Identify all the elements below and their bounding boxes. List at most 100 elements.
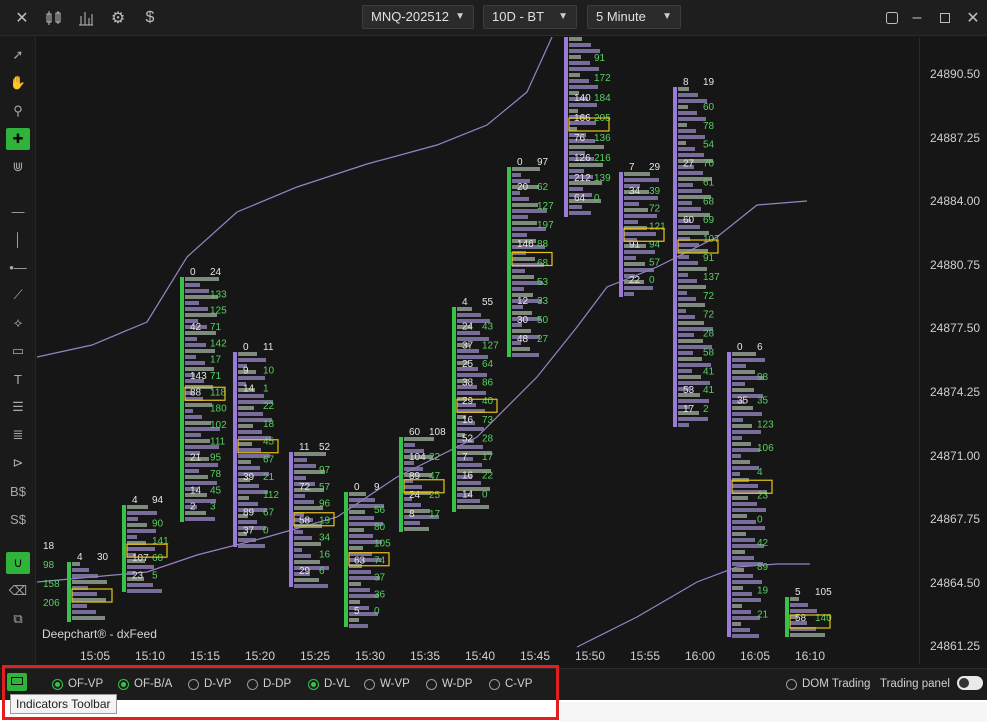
price-tick-label: 24887.25 <box>930 130 981 145</box>
volume-profile-row <box>678 201 692 205</box>
layers-icon[interactable]: ⧉ <box>6 608 30 630</box>
volume-profile-row <box>185 433 201 437</box>
ask-volume-label: 19 <box>757 586 769 597</box>
maximize-icon[interactable] <box>933 6 957 30</box>
dom-trading-toggle[interactable]: DOM Trading <box>786 678 870 690</box>
price-tick-label: 24877.50 <box>930 321 981 336</box>
volume-profile-row <box>678 279 697 283</box>
volume-profile-row <box>457 373 487 377</box>
ask-volume-label: 34 <box>319 532 331 543</box>
volume-profile-row <box>732 364 746 368</box>
ask-volume-label: 72 <box>649 204 661 215</box>
volume-profile-row <box>569 73 580 77</box>
volume-profile-row <box>624 202 639 206</box>
ask-volume-label: 111 <box>210 436 226 447</box>
bid-volume-label: 39 <box>243 472 255 483</box>
hand-icon[interactable]: ✋ <box>6 72 30 94</box>
volume-profile-row <box>569 67 599 71</box>
volume-profile-row <box>678 261 698 265</box>
bid-volume-label: 37 <box>243 525 255 536</box>
bid-ask-top-label: 0 <box>517 157 523 168</box>
candle-body <box>122 505 126 592</box>
vertical-line-icon[interactable]: │ <box>6 228 30 250</box>
bid-volume-label: 16 <box>462 415 474 426</box>
ask-volume-label: 102 <box>210 420 227 431</box>
candle-body <box>452 307 456 512</box>
symbol-dropdown[interactable]: MNQ-202512 ▼ <box>362 5 474 29</box>
footprint-chart[interactable]: 4 30 4 94 90 141 107 60 23 5 0 24 133 125 42 71 142 17 143… <box>36 27 919 664</box>
lines-icon[interactable]: ≣ <box>6 424 30 446</box>
dollar-icon[interactable]: $ <box>138 6 162 30</box>
zoom-icon[interactable]: ⚲ <box>6 100 30 122</box>
dom-trading-radio[interactable] <box>786 678 797 690</box>
bar-dollar-icon[interactable]: B$ <box>6 480 30 502</box>
volume-profile-row <box>349 582 361 586</box>
volume-profile-row <box>569 55 581 59</box>
candle-body <box>727 352 731 637</box>
candle-body <box>399 437 403 532</box>
volume-profile-row <box>569 211 591 215</box>
bid-volume-label: 35 <box>737 396 749 407</box>
volume-profile-row <box>349 498 375 502</box>
ask-volume-label: 22 <box>263 401 275 412</box>
horizontal-line-icon[interactable]: — <box>6 200 30 222</box>
volume-profile-row <box>732 574 753 578</box>
volume-profile-row <box>185 301 199 305</box>
price-axis[interactable]: 24890.50 24887.25 24884.00 24880.75 24877.50… <box>919 37 987 664</box>
s-dollar-icon[interactable]: S$ <box>6 508 30 530</box>
bid-ask-top-label: 4 <box>462 297 468 308</box>
volume-profile-row <box>678 333 694 337</box>
price-tick-label: 24861.25 <box>930 639 981 654</box>
period-dropdown[interactable]: 10D - BT ▼ <box>483 5 577 29</box>
volume-profile-row <box>127 511 157 515</box>
volume-profile-row <box>72 580 107 584</box>
candlestick-icon[interactable] <box>42 6 66 30</box>
trend-line-icon[interactable]: ⟋ <box>6 284 30 306</box>
volume-profile-row <box>127 535 137 539</box>
timeframe-dropdown[interactable]: 5 Minute ▼ <box>587 5 681 29</box>
status-strip-right <box>560 702 987 722</box>
ask-volume-label: 58 <box>703 347 715 358</box>
ray-icon[interactable]: •— <box>6 256 30 278</box>
volume-profile-row <box>238 406 254 410</box>
ask-volume-label: 80 <box>374 522 386 533</box>
order-flow-icon[interactable]: ⊳ <box>6 452 30 474</box>
rectangle-icon[interactable]: ▭ <box>6 340 30 362</box>
polyline-icon[interactable]: ⟡ <box>6 312 30 334</box>
ask-volume-label: 180 <box>210 404 227 415</box>
gear-icon[interactable]: ⚙ <box>106 6 130 30</box>
ask-volume-label: 136 <box>594 133 611 144</box>
volume-profile-row <box>732 442 751 446</box>
bar-chart-icon[interactable] <box>74 6 98 30</box>
bid-volume-label: 12 <box>517 296 529 307</box>
window-close-icon[interactable]: ✕ <box>961 6 985 30</box>
bid-ask-top-label: 29 <box>649 162 661 173</box>
eraser-icon[interactable]: ⌫ <box>6 580 30 602</box>
list-icon[interactable]: ☰ <box>6 396 30 418</box>
text-icon[interactable]: T <box>6 368 30 390</box>
volume-profile-row <box>624 286 653 290</box>
close-icon[interactable]: ✕ <box>10 6 34 30</box>
volume-profile-row <box>294 584 328 588</box>
magnet-icon[interactable]: ⋓ <box>6 156 30 178</box>
volume-profile-row <box>457 313 481 317</box>
trading-panel-switch[interactable] <box>957 676 983 690</box>
ask-volume-label: 61 <box>703 177 715 188</box>
price-tick-label: 24871.00 <box>930 448 981 463</box>
magnet-lock-icon[interactable]: ∪ <box>6 552 30 574</box>
candle-body <box>289 452 293 587</box>
volume-profile-row <box>732 628 750 632</box>
minimize-icon[interactable]: – <box>905 6 929 30</box>
bid-ask-top-label: 0 <box>737 342 743 353</box>
volume-profile-row <box>185 469 199 473</box>
volume-profile-row <box>732 472 740 476</box>
chart-canvas[interactable]: 4 304 9490141107 6023 50 2413312542 7114217143… <box>36 27 919 664</box>
bid-volume-label: 7 <box>462 452 468 463</box>
volume-profile-row <box>294 554 311 558</box>
volume-profile-row <box>624 232 656 236</box>
restore-icon[interactable] <box>880 6 904 30</box>
volume-profile-row <box>732 556 754 560</box>
cursor-icon[interactable]: ➚ <box>6 44 30 66</box>
crosshair-icon[interactable]: ✚ <box>6 128 30 150</box>
volume-profile-row <box>732 538 755 542</box>
